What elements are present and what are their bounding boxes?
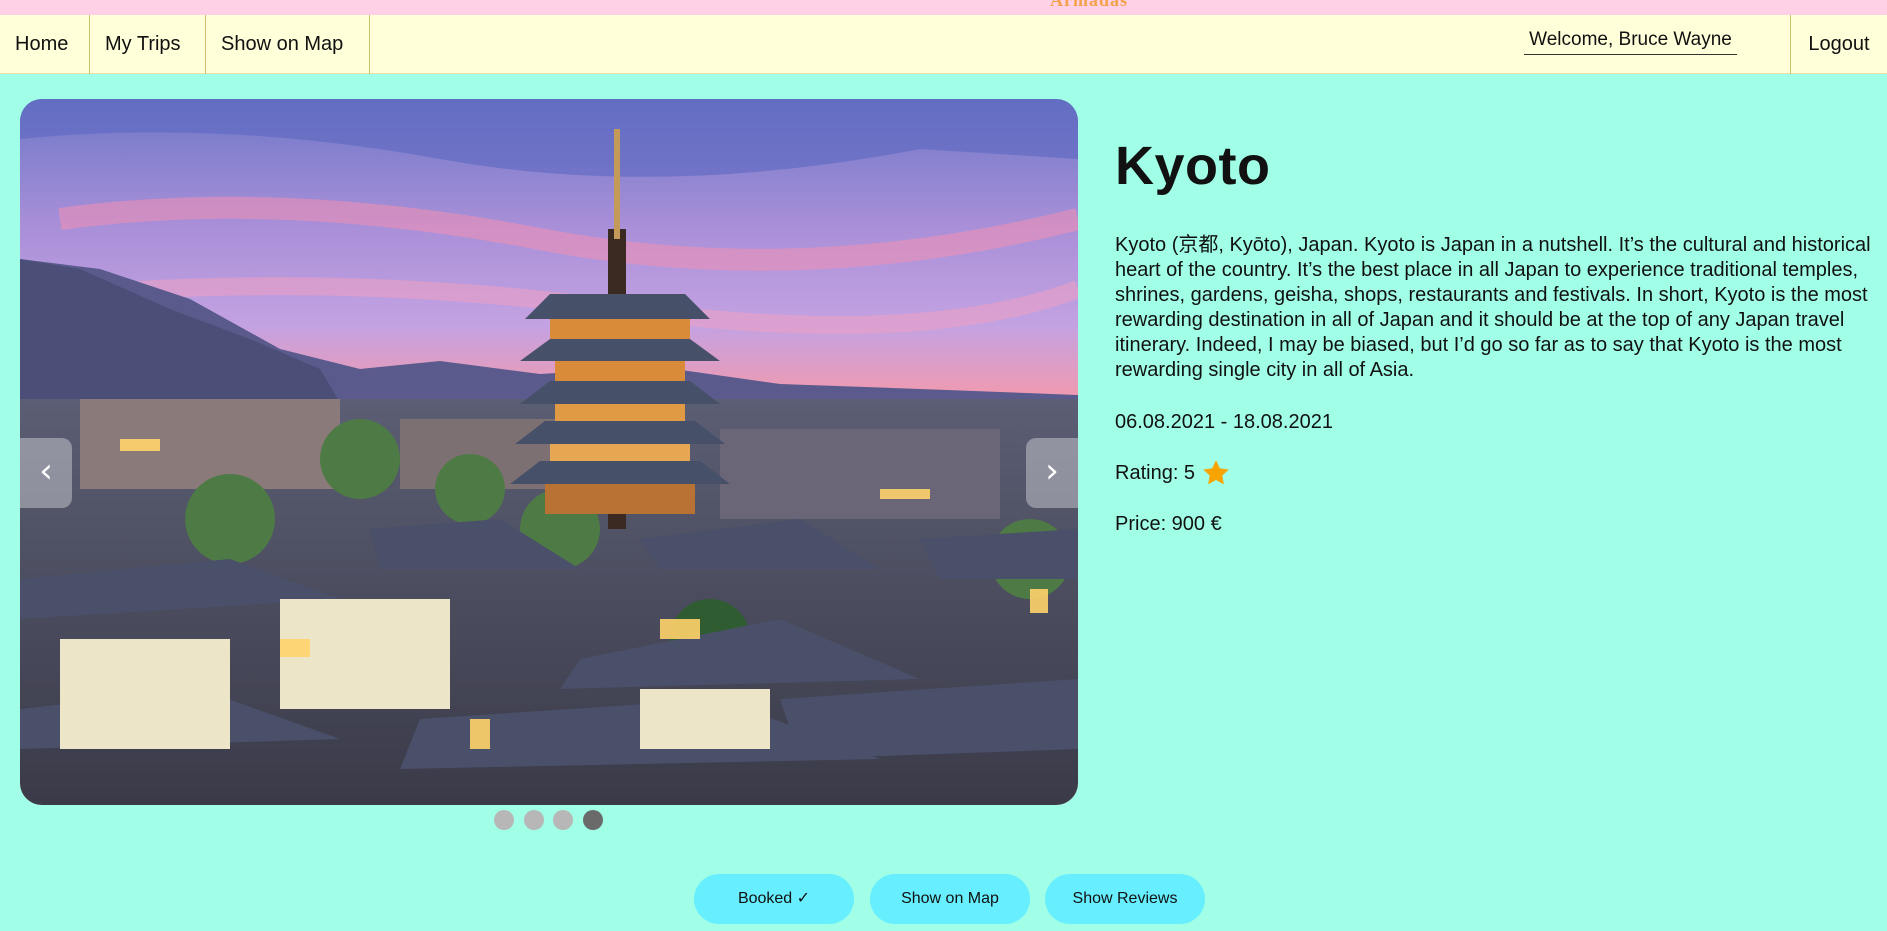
booked-button[interactable]: Booked ✓ <box>694 874 854 924</box>
show-on-map-button[interactable]: Show on Map <box>870 874 1030 924</box>
star-icon <box>1201 458 1231 488</box>
logout-link[interactable]: Logout <box>1790 15 1887 74</box>
navbar: Home My Trips Show on Map Welcome, Bruce… <box>0 15 1887 74</box>
top-strip: Armadas <box>0 0 1887 15</box>
carousel-next-button[interactable]: › <box>1026 438 1078 508</box>
trip-description: Kyoto (京都, Kyōto), Japan. Kyoto is Japan… <box>1115 234 1871 381</box>
carousel-dot-1[interactable] <box>494 810 514 830</box>
brand-logo: Armadas <box>1050 0 1128 10</box>
kyoto-pagoda-photo <box>20 99 1078 805</box>
nav-my-trips-link[interactable]: My Trips <box>90 15 206 74</box>
trip-dates: 06.08.2021 - 18.08.2021 <box>1115 411 1333 433</box>
welcome-user-text: Welcome, Bruce Wayne <box>1524 25 1737 55</box>
carousel-prev-button[interactable]: ‹ <box>20 438 72 508</box>
nav-show-on-map-link[interactable]: Show on Map <box>206 15 370 74</box>
carousel-dot-3[interactable] <box>553 810 573 830</box>
carousel-dot-4[interactable] <box>583 810 603 830</box>
show-reviews-button[interactable]: Show Reviews <box>1045 874 1205 924</box>
carousel-dot-2[interactable] <box>524 810 544 830</box>
nav-home-link[interactable]: Home <box>0 15 90 74</box>
image-carousel <box>20 99 1078 805</box>
rating-label: Rating: 5 <box>1115 461 1196 484</box>
trip-rating: Rating: 5 <box>1115 458 1231 488</box>
trip-title: Kyoto <box>1115 136 1271 196</box>
trip-price: Price: 900 € <box>1115 513 1222 535</box>
